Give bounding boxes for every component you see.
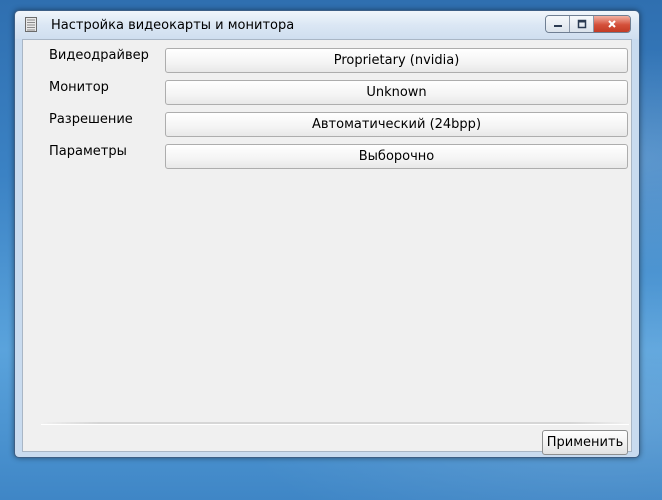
close-button[interactable] [594, 16, 630, 32]
monitor-label: Монитор [49, 80, 109, 95]
title-bar[interactable]: Настройка видеокарты и монитора [15, 11, 639, 39]
maximize-icon [577, 19, 586, 29]
apply-button[interactable]: Применить [542, 430, 628, 455]
minimize-button[interactable] [546, 16, 570, 32]
close-icon [608, 20, 616, 28]
parameters-button[interactable]: Выборочно [165, 144, 628, 169]
resolution-label: Разрешение [49, 112, 133, 127]
footer-divider [41, 422, 629, 425]
document-icon [25, 17, 37, 32]
settings-window: Настройка видеокарты и монитора Видеодра… [14, 10, 640, 458]
window-title: Настройка видеокарты и монитора [51, 18, 295, 33]
maximize-button[interactable] [570, 16, 594, 32]
settings-panel: Видеодрайвер Proprietary (nvidia) Монито… [22, 39, 632, 455]
parameters-label: Параметры [49, 144, 127, 159]
monitor-button[interactable]: Unknown [165, 80, 628, 105]
minimize-icon [553, 25, 562, 27]
window-controls [545, 15, 631, 33]
video-driver-label: Видеодрайвер [49, 48, 149, 63]
resolution-button[interactable]: Автоматический (24bpp) [165, 112, 628, 137]
video-driver-button[interactable]: Proprietary (nvidia) [165, 48, 628, 73]
